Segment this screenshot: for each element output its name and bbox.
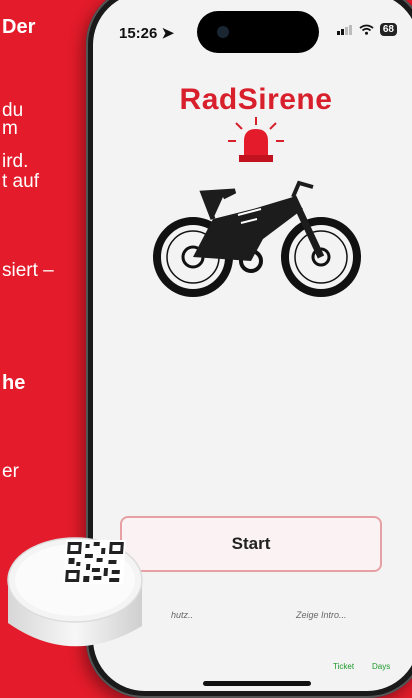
siren-device-image (7, 537, 143, 647)
camera-icon (217, 26, 229, 38)
background-text-siert: siert – (2, 260, 54, 281)
status-icons: 68 (336, 23, 397, 36)
background-text-m: m (2, 118, 18, 139)
tab-ticket[interactable]: Ticket (333, 662, 354, 671)
background-text-he: he (2, 372, 26, 394)
background-text-t-auf: t auf (2, 171, 39, 192)
app-title: RadSirene (179, 83, 333, 116)
show-intro-link[interactable]: Zeige Intro... (296, 610, 347, 620)
battery-icon: 68 (379, 23, 397, 36)
background-text-ird: ird. (2, 151, 29, 172)
home-indicator[interactable] (203, 681, 311, 686)
bicycle-image (153, 180, 361, 297)
start-button-label: Start (231, 534, 271, 553)
siren-icon (228, 117, 284, 162)
signal-icon (336, 25, 352, 35)
wifi-icon (359, 24, 374, 35)
start-button[interactable]: Start (120, 516, 382, 572)
protection-link[interactable]: hutz.. (171, 610, 193, 620)
status-time: 15:26 ➤ (119, 25, 175, 42)
background-text-der: Der (2, 16, 36, 38)
background-text-er: er (2, 461, 19, 482)
location-arrow-icon: ➤ (161, 25, 175, 42)
tab-days[interactable]: Days (372, 662, 390, 671)
dynamic-island (197, 11, 319, 53)
